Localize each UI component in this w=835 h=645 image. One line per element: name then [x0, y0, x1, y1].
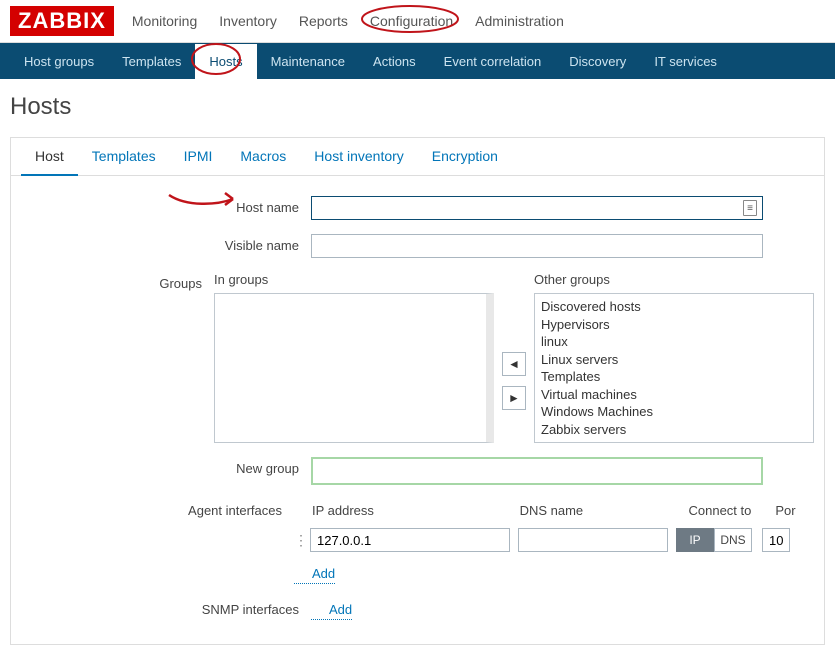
agent-interface-row: ⋮⋮ IP DNS — [294, 526, 814, 554]
nav-inventory[interactable]: Inventory — [219, 13, 277, 29]
agent-interface-header: IP address DNS name Connect to Por — [294, 499, 814, 526]
label-agent-interfaces: Agent interfaces — [21, 499, 294, 518]
list-item[interactable]: Zabbix servers — [541, 421, 807, 439]
subnav-host-groups[interactable]: Host groups — [10, 44, 108, 79]
list-item[interactable]: Discovered hosts — [541, 298, 807, 316]
sub-navbar: Host groups Templates Hosts Maintenance … — [0, 43, 835, 79]
groups-picker: In groups ◄ ► Other groups — [214, 272, 814, 443]
subnav-maintenance[interactable]: Maintenance — [257, 44, 359, 79]
row-visible-name: Visible name — [21, 234, 814, 258]
triangle-right-icon: ► — [508, 391, 520, 405]
visible-name-input[interactable] — [311, 234, 763, 258]
page-title: Hosts — [10, 93, 825, 121]
agent-interface-table: IP address DNS name Connect to Por ⋮⋮ IP — [294, 499, 814, 584]
form: Host name ≡ Visible name Groups — [11, 176, 824, 644]
col-port: Por — [775, 503, 814, 518]
tab-macros[interactable]: Macros — [226, 138, 300, 175]
col-ip: IP address — [312, 503, 520, 518]
content-box: Host Templates IPMI Macros Host inventor… — [10, 137, 825, 645]
row-groups: Groups In groups ◄ ► — [21, 272, 814, 443]
drag-handle-icon[interactable]: ⋮⋮ — [294, 532, 310, 549]
subnav-hosts-label: Hosts — [209, 54, 242, 69]
subnav-event-correlation[interactable]: Event correlation — [430, 44, 556, 79]
snmp-add-link[interactable]: Add — [311, 598, 352, 620]
triangle-left-icon: ◄ — [508, 357, 520, 371]
nav-reports[interactable]: Reports — [299, 13, 348, 29]
in-groups-list[interactable] — [214, 293, 494, 443]
nav-monitoring[interactable]: Monitoring — [132, 13, 197, 29]
agent-port-input[interactable] — [762, 528, 790, 552]
subnav-hosts[interactable]: Hosts — [195, 44, 256, 79]
row-snmp-interfaces: SNMP interfaces Add — [21, 598, 814, 620]
list-item[interactable]: Hypervisors — [541, 316, 807, 334]
nav-configuration[interactable]: Configuration — [370, 13, 453, 29]
list-item[interactable]: Linux servers — [541, 351, 807, 369]
brand-logo: ZABBIX — [10, 6, 114, 36]
col-connect: Connect to — [689, 503, 776, 518]
label-in-groups: In groups — [214, 272, 494, 287]
col-dns: DNS name — [520, 503, 689, 518]
topnav-items: Monitoring Inventory Reports Configurati… — [132, 13, 586, 29]
group-move-buttons: ◄ ► — [494, 292, 534, 443]
subnav-it-services[interactable]: IT services — [640, 44, 731, 79]
row-new-group: New group — [21, 457, 814, 485]
connect-dns-button[interactable]: DNS — [714, 528, 752, 552]
label-visible-name: Visible name — [21, 234, 311, 253]
tab-ipmi[interactable]: IPMI — [170, 138, 227, 175]
list-item[interactable]: Virtual machines — [541, 386, 807, 404]
page: Hosts Host Templates IPMI Macros Host in… — [0, 79, 835, 645]
label-host-name: Host name — [21, 196, 311, 215]
label-other-groups: Other groups — [534, 272, 814, 287]
subnav-actions[interactable]: Actions — [359, 44, 430, 79]
tab-templates[interactable]: Templates — [78, 138, 170, 175]
move-right-button[interactable]: ► — [502, 386, 526, 410]
connect-to-toggle: IP DNS — [676, 528, 752, 552]
tabs: Host Templates IPMI Macros Host inventor… — [11, 138, 824, 176]
agent-ip-input[interactable] — [310, 528, 510, 552]
subnav-templates[interactable]: Templates — [108, 44, 195, 79]
label-groups: Groups — [21, 272, 214, 291]
tab-host-inventory[interactable]: Host inventory — [300, 138, 417, 175]
host-name-input[interactable] — [311, 196, 763, 220]
new-group-input[interactable] — [311, 457, 763, 485]
connect-ip-button[interactable]: IP — [676, 528, 714, 552]
subnav-discovery[interactable]: Discovery — [555, 44, 640, 79]
top-navbar: ZABBIX Monitoring Inventory Reports Conf… — [0, 0, 835, 43]
nav-administration[interactable]: Administration — [475, 13, 564, 29]
label-new-group: New group — [21, 457, 311, 476]
agent-dns-input[interactable] — [518, 528, 668, 552]
row-host-name: Host name ≡ — [21, 196, 814, 220]
agent-add-link[interactable]: Add — [294, 562, 335, 584]
other-groups-list[interactable]: Discovered hostsHypervisorslinuxLinux se… — [534, 293, 814, 443]
tab-host[interactable]: Host — [21, 138, 78, 176]
row-agent-interfaces: Agent interfaces IP address DNS name Con… — [21, 499, 814, 584]
list-item[interactable]: Windows Machines — [541, 403, 807, 421]
tab-encryption[interactable]: Encryption — [418, 138, 512, 175]
nav-configuration-label: Configuration — [370, 13, 453, 29]
list-item[interactable]: Templates — [541, 368, 807, 386]
label-snmp-interfaces: SNMP interfaces — [21, 598, 311, 617]
move-left-button[interactable]: ◄ — [502, 352, 526, 376]
list-item[interactable]: linux — [541, 333, 807, 351]
